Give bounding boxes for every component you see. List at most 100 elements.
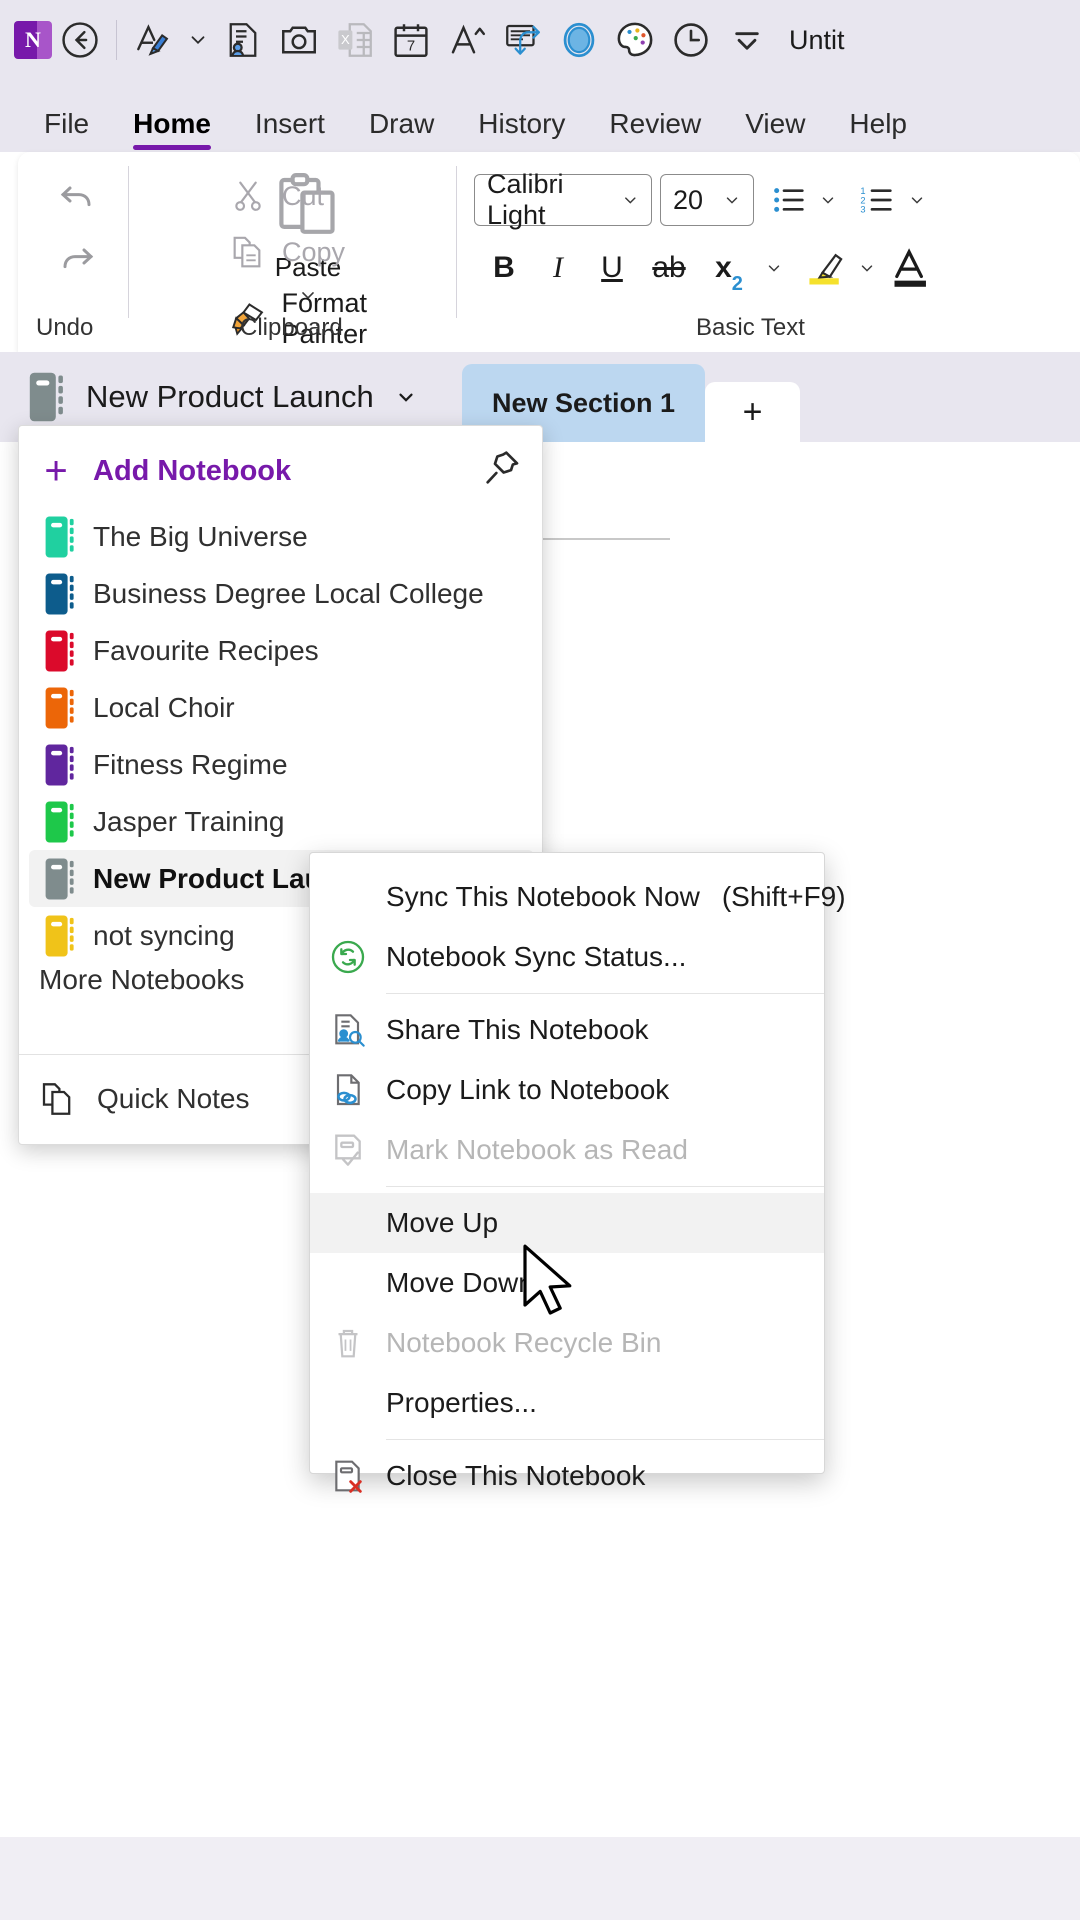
menu-label: Properties... xyxy=(386,1387,537,1418)
menu-item-sync-this-notebook-now[interactable]: Sync This Notebook Now (Shift+F9) xyxy=(310,867,846,927)
strikethrough-button[interactable]: ab xyxy=(642,244,696,292)
highlight-dropdown[interactable] xyxy=(852,246,882,290)
notebook-item-the-big-universe[interactable]: The Big Universe xyxy=(29,508,534,565)
notebook-label: Jasper Training xyxy=(93,805,285,837)
text-size-button[interactable] xyxy=(439,9,495,71)
notebook-item-favourite-recipes[interactable]: Favourite Recipes xyxy=(29,622,534,679)
bold-button[interactable]: B xyxy=(480,244,528,292)
bullets-button[interactable] xyxy=(766,180,812,220)
chevron-down-icon xyxy=(911,197,923,204)
menu-item-notebook-sync-status[interactable]: Notebook Sync Status... xyxy=(310,927,824,987)
numbering-button[interactable]: 1 2 3 xyxy=(854,180,900,220)
add-notebook-button[interactable]: + Add Notebook xyxy=(19,440,544,502)
tab-insert[interactable]: Insert xyxy=(233,108,347,152)
ink-tools-button[interactable] xyxy=(125,9,181,71)
copy-pages-icon xyxy=(233,236,261,268)
notebook-icon xyxy=(29,572,93,616)
tab-file[interactable]: File xyxy=(22,108,111,152)
onenote-window: N X 7 Untit File Home Insert Draw Histor… xyxy=(0,0,1080,1920)
notebook-icon xyxy=(29,686,93,730)
notebook-gray-icon xyxy=(29,372,63,422)
subscript-dropdown[interactable] xyxy=(758,246,790,290)
subscript-sub: 2 xyxy=(731,273,743,295)
notebook-label: Local Choir xyxy=(93,691,235,723)
researcher-button[interactable] xyxy=(215,9,271,71)
group-label-undo: Undo xyxy=(36,314,94,341)
bullets-dropdown[interactable] xyxy=(812,182,844,218)
bottom-status-strip xyxy=(0,1837,1080,1920)
menu-label: Sync This Notebook Now xyxy=(386,881,700,912)
menu-item-close-this-notebook[interactable]: Close This Notebook xyxy=(310,1446,824,1506)
menu-separator-3 xyxy=(386,1439,824,1440)
notebook-label: Business Degree Local College xyxy=(93,577,484,609)
menu-item-copy-link-to-notebook[interactable]: Copy Link to Notebook xyxy=(310,1060,824,1120)
svg-text:3: 3 xyxy=(860,205,865,215)
recent-button[interactable] xyxy=(663,9,719,71)
bullet-list-icon xyxy=(774,188,804,212)
send-to-button[interactable] xyxy=(495,9,551,71)
tab-help[interactable]: Help xyxy=(827,108,929,152)
toolbar-divider xyxy=(116,20,117,60)
tab-draw[interactable]: Draw xyxy=(347,108,456,152)
copy-button[interactable]: Copy xyxy=(228,232,345,272)
back-button[interactable] xyxy=(52,9,108,71)
pin-button[interactable] xyxy=(482,448,522,488)
highlight-button[interactable] xyxy=(800,242,850,294)
tab-home[interactable]: Home xyxy=(111,108,233,152)
meeting-details-button[interactable]: 7 xyxy=(383,9,439,71)
menu-label: Close This Notebook xyxy=(386,1460,646,1491)
group-label-clipboard: Clipboard xyxy=(240,314,343,341)
notebook-title-button[interactable]: New Product Launch xyxy=(28,371,420,423)
ribbon-group-undo: Undo xyxy=(18,152,130,352)
theme-palette-button[interactable] xyxy=(607,9,663,71)
numbering-dropdown[interactable] xyxy=(902,182,932,218)
ink-color-button[interactable] xyxy=(551,9,607,71)
redo-button[interactable] xyxy=(38,228,116,290)
document-title: Untit xyxy=(789,24,845,55)
cut-button[interactable]: Cut xyxy=(228,176,324,216)
tab-history[interactable]: History xyxy=(456,108,587,152)
font-color-button[interactable] xyxy=(886,242,936,294)
quick-access-toolbar: N X 7 Untit xyxy=(0,0,1080,80)
svg-text:X: X xyxy=(341,32,350,47)
plus-icon: + xyxy=(44,449,68,493)
menu-label: Copy Link to Notebook xyxy=(386,1074,670,1105)
add-section-button[interactable]: + xyxy=(705,382,800,442)
chevron-down-icon xyxy=(726,197,738,204)
subscript-base: x xyxy=(715,251,732,284)
share-notebook-icon xyxy=(310,1010,386,1050)
font-family-select[interactable]: Calibri Light xyxy=(474,169,652,230)
screen-clipping-button[interactable] xyxy=(271,9,327,71)
customize-toolbar-button[interactable] xyxy=(719,9,775,71)
notebook-label: not syncing xyxy=(93,919,235,951)
ribbon-content: Undo Paste Cut Copy Format Painter Clipb… xyxy=(18,152,1080,352)
subscript-button[interactable]: x2 xyxy=(702,244,756,295)
mouse-cursor xyxy=(521,1243,577,1322)
font-size-select[interactable]: 20 xyxy=(660,174,754,226)
tab-view[interactable]: View xyxy=(723,108,827,152)
ink-dropdown-button[interactable] xyxy=(181,9,215,71)
mouse-pointer-icon xyxy=(523,1244,572,1315)
menu-item-share-this-notebook[interactable]: Share This Notebook xyxy=(310,1000,824,1060)
notebook-item-fitness-regime[interactable]: Fitness Regime xyxy=(29,736,534,793)
notebook-context-menu: Sync This Notebook Now (Shift+F9) Notebo… xyxy=(309,852,846,1493)
svg-text:7: 7 xyxy=(407,39,415,55)
notebook-icon xyxy=(29,914,93,958)
notebook-icon xyxy=(29,515,93,559)
notebook-label: Favourite Recipes xyxy=(93,634,319,666)
undo-button[interactable] xyxy=(38,166,116,228)
notebook-item-business-degree-local-college[interactable]: Business Degree Local College xyxy=(29,565,534,622)
excel-spreadsheet-button[interactable]: X xyxy=(327,9,383,71)
ribbon-group-clipboard: Paste Cut Copy Format Painter Clipboard xyxy=(128,152,458,352)
menu-item-properties[interactable]: Properties... xyxy=(310,1373,824,1433)
menu-shortcut: (Shift+F9) xyxy=(721,881,846,912)
quick-notes-label: Quick Notes xyxy=(97,1083,250,1114)
menu-label: Mark Notebook as Read xyxy=(386,1134,688,1165)
notebook-icon xyxy=(29,629,93,673)
copy-link-icon xyxy=(310,1070,386,1110)
notebook-item-jasper-training[interactable]: Jasper Training xyxy=(29,793,534,850)
tab-review[interactable]: Review xyxy=(587,108,723,152)
notebook-item-local-choir[interactable]: Local Choir xyxy=(29,679,534,736)
italic-button[interactable]: I xyxy=(534,244,582,292)
underline-button[interactable]: U xyxy=(588,244,636,292)
